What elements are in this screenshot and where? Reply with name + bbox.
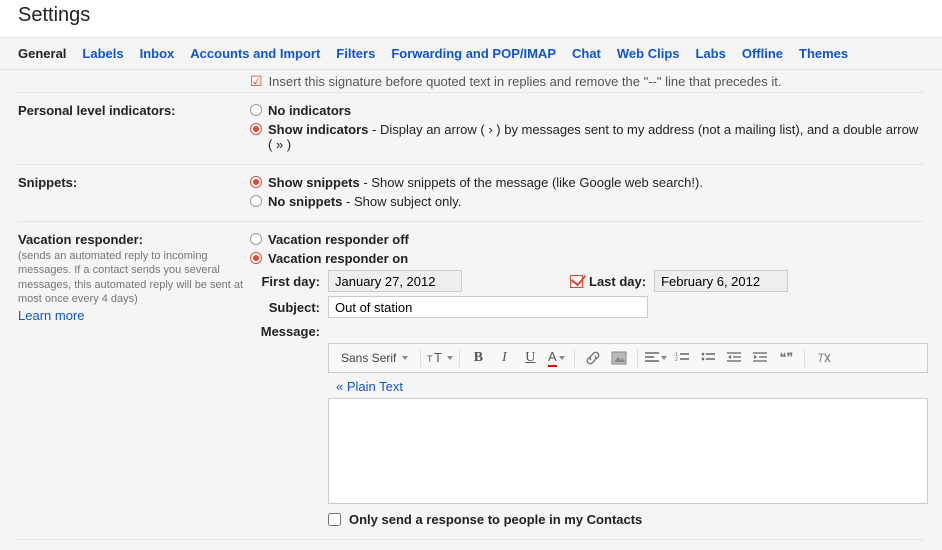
image-button[interactable] (607, 346, 631, 370)
radio-vacation-on[interactable] (250, 252, 262, 264)
quote-button[interactable]: ❝❞ (774, 346, 798, 370)
tab-labs[interactable]: Labs (696, 46, 726, 61)
section-vacation-responder: Vacation responder: (sends an automated … (18, 221, 924, 535)
lastday-input[interactable] (654, 270, 788, 292)
tab-forwarding-and-pop-imap[interactable]: Forwarding and POP/IMAP (391, 46, 556, 61)
svg-text:2: 2 (675, 357, 678, 363)
radio-no-snippets[interactable] (250, 195, 262, 207)
svg-text:T: T (427, 354, 433, 364)
checkbox-checked-icon[interactable]: ☑ (250, 73, 263, 90)
signature-insert-row: ☑ Insert this signature before quoted te… (250, 70, 924, 92)
svg-text:T: T (817, 351, 826, 365)
show-snippets-label: Show snippets - Show snippets of the mes… (268, 175, 703, 190)
section-personal-indicators: Personal level indicators: No indicators… (18, 92, 924, 164)
tab-offline[interactable]: Offline (742, 46, 783, 61)
no-snippets-label: No snippets - Show subject only. (268, 194, 461, 209)
settings-content: ☑ Insert this signature before quoted te… (0, 70, 942, 550)
svg-text:T: T (434, 351, 442, 365)
firstday-label: First day: (250, 274, 320, 289)
align-button[interactable] (644, 346, 668, 370)
numbered-list-button[interactable]: 12 (670, 346, 694, 370)
tab-accounts-and-import[interactable]: Accounts and Import (190, 46, 320, 61)
signature-insert-text: Insert this signature before quoted text… (269, 74, 782, 89)
snippets-title: Snippets: (18, 175, 250, 190)
show-indicators-label: Show indicators - Display an arrow ( › )… (268, 122, 924, 152)
radio-vacation-off[interactable] (250, 233, 262, 245)
lastday-label: Last day: (589, 274, 646, 289)
firstday-input[interactable] (328, 270, 462, 292)
caret-down-icon (661, 356, 667, 360)
personal-indicators-title: Personal level indicators: (18, 103, 250, 118)
vacation-desc: (sends an automated reply to incoming me… (18, 249, 250, 306)
font-family-select[interactable]: Sans Serif (335, 346, 414, 370)
vacation-off-label: Vacation responder off (268, 232, 409, 247)
lastday-checkbox[interactable] (570, 275, 583, 288)
caret-down-icon (402, 356, 408, 360)
subject-label: Subject: (250, 300, 320, 315)
remove-formatting-button[interactable]: T (811, 346, 835, 370)
tab-labels[interactable]: Labels (82, 46, 123, 61)
vacation-title: Vacation responder: (18, 232, 250, 247)
message-label: Message: (250, 324, 320, 339)
tab-inbox[interactable]: Inbox (140, 46, 175, 61)
tab-themes[interactable]: Themes (799, 46, 848, 61)
font-size-button[interactable]: TT (427, 346, 453, 370)
bottom-divider (18, 539, 924, 540)
underline-button[interactable]: U (518, 346, 542, 370)
indent-less-button[interactable] (722, 346, 746, 370)
radio-no-indicators[interactable] (250, 104, 262, 116)
tab-chat[interactable]: Chat (572, 46, 601, 61)
formatting-toolbar: Sans Serif TT B I U A (328, 343, 928, 373)
subject-input[interactable] (328, 296, 648, 318)
settings-tabs: General Labels Inbox Accounts and Import Fil… (0, 37, 942, 70)
text-color-button[interactable]: A (544, 346, 568, 370)
section-snippets: Snippets: Show snippets - Show snippets … (18, 164, 924, 221)
tab-general[interactable]: General (18, 46, 66, 61)
caret-down-icon (559, 356, 565, 360)
radio-show-indicators[interactable] (250, 123, 262, 135)
learn-more-link[interactable]: Learn more (18, 308, 84, 323)
plain-text-link[interactable]: « Plain Text (328, 373, 928, 398)
italic-button[interactable]: I (492, 346, 516, 370)
tab-web-clips[interactable]: Web Clips (617, 46, 680, 61)
vacation-on-label: Vacation responder on (268, 251, 408, 266)
no-indicators-label: No indicators (268, 103, 351, 118)
caret-down-icon (447, 356, 453, 360)
contacts-only-label: Only send a response to people in my Con… (349, 512, 642, 527)
bold-button[interactable]: B (466, 346, 490, 370)
radio-show-snippets[interactable] (250, 176, 262, 188)
link-button[interactable] (581, 346, 605, 370)
message-textarea[interactable] (328, 398, 928, 504)
page-title: Settings (0, 0, 942, 37)
contacts-only-checkbox[interactable] (328, 513, 341, 526)
bullet-list-button[interactable] (696, 346, 720, 370)
indent-more-button[interactable] (748, 346, 772, 370)
tab-filters[interactable]: Filters (336, 46, 375, 61)
